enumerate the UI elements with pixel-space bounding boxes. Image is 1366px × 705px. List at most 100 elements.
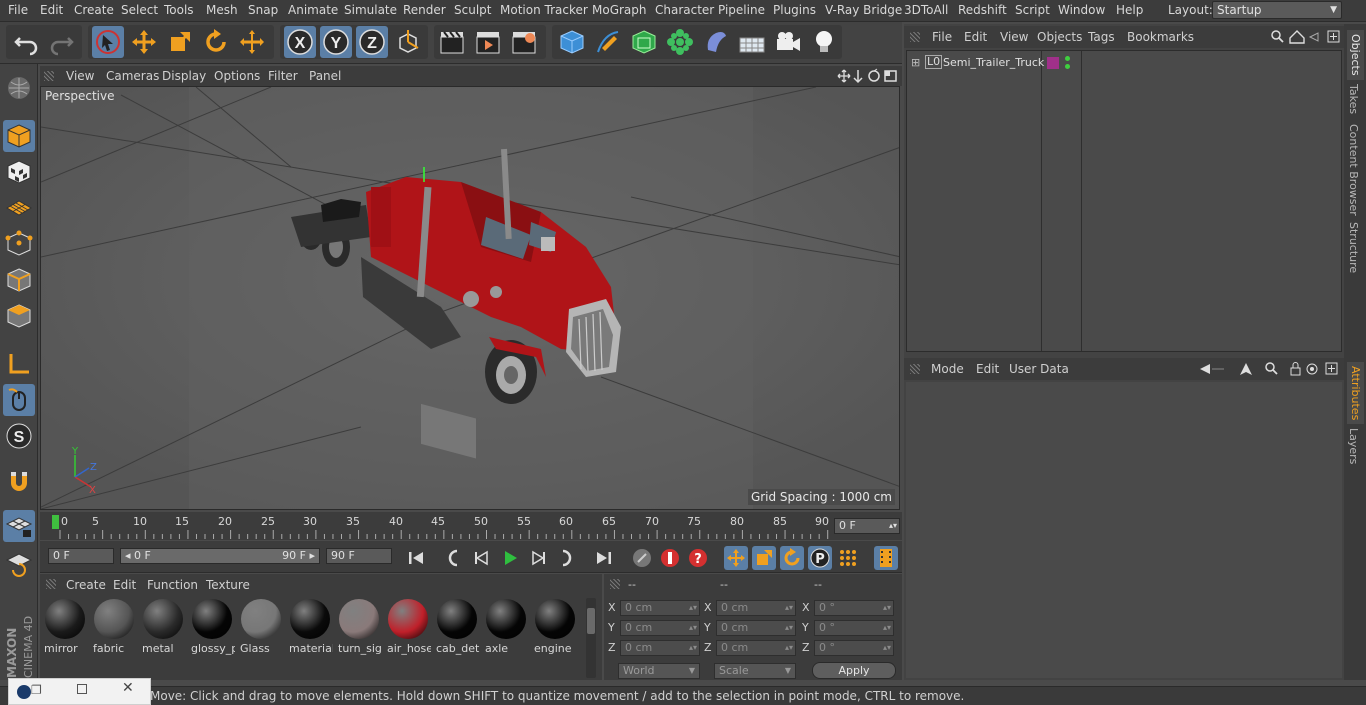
light-button[interactable] <box>808 26 840 58</box>
camera-button[interactable] <box>772 26 804 58</box>
key-rotation-button[interactable] <box>780 546 804 570</box>
stepper-icon[interactable]: ▴▾ <box>889 519 897 533</box>
coord-value-field[interactable]: 0 cm ▴▾ <box>620 620 700 636</box>
current-frame-field[interactable]: 0 F ▴▾ <box>834 518 900 534</box>
texture-mode-button[interactable] <box>3 156 35 188</box>
stepper-icon[interactable]: ▴▾ <box>883 601 891 615</box>
redo-button[interactable] <box>46 26 78 58</box>
menu-plugins[interactable]: Plugins <box>773 3 816 17</box>
stepper-icon[interactable]: ▴▾ <box>785 621 793 635</box>
range-left-arrow-icon[interactable]: ◂ <box>125 549 134 562</box>
panel-grip-icon[interactable] <box>910 32 920 42</box>
autokeying-button[interactable] <box>658 546 682 570</box>
make-editable-button[interactable] <box>3 72 35 104</box>
menu-mesh[interactable]: Mesh <box>206 3 238 17</box>
workplane-button[interactable] <box>3 192 35 224</box>
side-tab-attributes[interactable]: Attributes <box>1347 362 1364 425</box>
render-view-button[interactable] <box>436 26 468 58</box>
viewport-menu-display[interactable]: Display <box>162 69 206 83</box>
material-swatch[interactable]: material <box>287 598 333 656</box>
menu-simulate[interactable]: Simulate <box>344 3 397 17</box>
spline-pen-button[interactable] <box>592 26 624 58</box>
prev-frame-button[interactable] <box>470 546 494 570</box>
transform-tool-button[interactable] <box>236 26 268 58</box>
undo-button[interactable] <box>10 26 42 58</box>
panel-grip-icon[interactable] <box>46 579 56 589</box>
layer-color-swatch[interactable] <box>1047 57 1059 69</box>
expand-plus-icon[interactable]: ⊞ <box>911 56 920 69</box>
object-row[interactable]: ⊞ L0 Semi_Trailer_Truck <box>907 55 1341 73</box>
apply-button[interactable]: Apply <box>812 662 896 679</box>
play-button[interactable] <box>498 546 522 570</box>
stepper-icon[interactable]: ▴▾ <box>689 621 697 635</box>
material-swatch[interactable]: fabric <box>91 598 137 656</box>
prev-key-button[interactable] <box>442 546 466 570</box>
viewport-menu-view[interactable]: View <box>66 69 94 83</box>
coord-value-field[interactable]: 0 cm ▴▾ <box>716 620 796 636</box>
subdivision-surface-button[interactable] <box>628 26 660 58</box>
side-tab-content-browser[interactable]: Content Browser <box>1347 124 1360 216</box>
menu-render[interactable]: Render <box>403 3 446 17</box>
menu-animate[interactable]: Animate <box>288 3 338 17</box>
coord-value-field[interactable]: 0 ° ▴▾ <box>814 620 894 636</box>
maximize-button[interactable] <box>77 684 87 694</box>
next-frame-button[interactable] <box>526 546 550 570</box>
workplane-snap-button[interactable] <box>3 510 35 542</box>
close-button[interactable]: ✕ <box>122 680 134 696</box>
layout-select[interactable]: Startup ▼ <box>1212 1 1342 19</box>
enable-axis-button[interactable] <box>3 348 35 380</box>
material-menu-function[interactable]: Function <box>147 578 198 592</box>
viewport-nav-icons[interactable] <box>836 68 900 84</box>
objects-menu-tags[interactable]: Tags <box>1088 30 1115 44</box>
render-settings-button[interactable] <box>508 26 540 58</box>
next-key-button[interactable] <box>554 546 578 570</box>
material-swatch[interactable]: air_hose <box>385 598 431 656</box>
key-scale-button[interactable] <box>752 546 776 570</box>
key-parameter-button[interactable]: P <box>808 546 832 570</box>
render-visibility-dot[interactable] <box>1065 64 1070 69</box>
menu-window[interactable]: Window <box>1058 3 1105 17</box>
scale-tool-button[interactable] <box>164 26 196 58</box>
material-swatch[interactable]: mirror <box>42 598 88 656</box>
viewport-menu-filter[interactable]: Filter <box>268 69 298 83</box>
live-selection-button[interactable] <box>92 26 124 58</box>
floor-button[interactable] <box>736 26 768 58</box>
z-axis-lock-button[interactable]: Z <box>356 26 388 58</box>
side-tab-structure[interactable]: Structure <box>1347 222 1360 273</box>
panel-grip-icon[interactable] <box>910 364 920 374</box>
attributes-menu-edit[interactable]: Edit <box>976 362 999 376</box>
tweak-mode-button[interactable] <box>3 384 35 416</box>
cloner-button[interactable] <box>664 26 696 58</box>
attributes-menu-user-data[interactable]: User Data <box>1009 362 1069 376</box>
points-mode-button[interactable] <box>3 228 35 260</box>
restore-icon[interactable]: ❐ <box>31 683 42 697</box>
menu-mograph[interactable]: MoGraph <box>592 3 647 17</box>
range-right-arrow-icon[interactable]: ▸ <box>309 549 315 562</box>
record-active-objects-button[interactable] <box>630 546 654 570</box>
objects-menu-bookmarks[interactable]: Bookmarks <box>1127 30 1194 44</box>
object-name[interactable]: Semi_Trailer_Truck <box>943 56 1044 69</box>
menu-snap[interactable]: Snap <box>248 3 278 17</box>
polygons-mode-button[interactable] <box>3 300 35 332</box>
keyframe-selection-button[interactable]: ? <box>686 546 710 570</box>
coordinate-space-select[interactable]: World ▼ <box>618 663 700 679</box>
menu-script[interactable]: Script <box>1015 3 1050 17</box>
model-mode-button[interactable] <box>3 120 35 152</box>
goto-start-button[interactable] <box>404 546 428 570</box>
menu-edit[interactable]: Edit <box>40 3 63 17</box>
objects-menu-objects[interactable]: Objects <box>1037 30 1082 44</box>
side-tab-layers[interactable]: Layers <box>1347 428 1360 464</box>
edges-mode-button[interactable] <box>3 264 35 296</box>
menu-redshift[interactable]: Redshift <box>958 3 1007 17</box>
material-menu-create[interactable]: Create <box>66 578 106 592</box>
material-swatch[interactable]: Glass <box>238 598 284 656</box>
menu-3dtoall[interactable]: 3DToAll <box>904 3 948 17</box>
material-swatch[interactable]: glossy_p <box>189 598 235 656</box>
objects-menu-file[interactable]: File <box>932 30 952 44</box>
locked-workplane-button[interactable] <box>3 548 35 580</box>
coord-value-field[interactable]: 0 cm ▴▾ <box>620 600 700 616</box>
menu-file[interactable]: File <box>8 3 28 17</box>
coord-value-field[interactable]: 0 cm ▴▾ <box>620 640 700 656</box>
scrollbar-thumb[interactable] <box>587 608 595 634</box>
menu-select[interactable]: Select <box>121 3 158 17</box>
